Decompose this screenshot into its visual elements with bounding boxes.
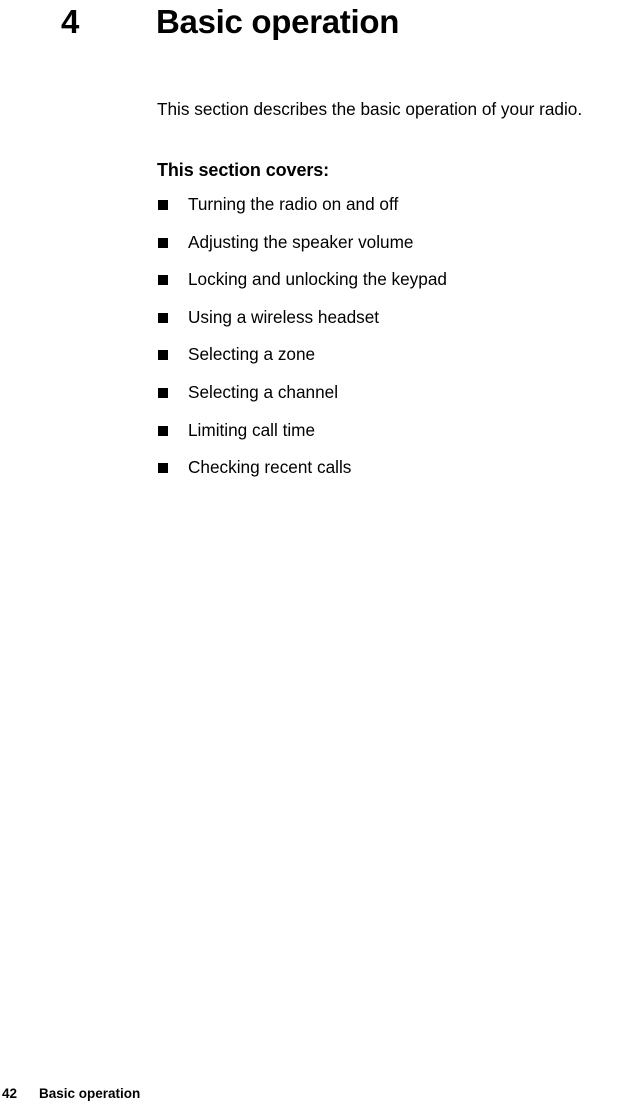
footer-section-name: Basic operation <box>39 1086 141 1101</box>
intro-paragraph: This section describes the basic operati… <box>157 99 583 120</box>
filled-square-bullet-icon <box>158 200 168 210</box>
list-item: Limiting call time <box>157 418 607 456</box>
list-item-label: Adjusting the speaker volume <box>188 231 414 252</box>
section-covers-list: Turning the radio on and off Adjusting t… <box>157 192 607 493</box>
list-item: Selecting a zone <box>157 342 607 380</box>
list-item-label: Selecting a zone <box>188 344 316 365</box>
list-item-label: Selecting a channel <box>188 381 339 402</box>
filled-square-bullet-icon <box>158 275 168 286</box>
list-item-label: Using a wireless headset <box>188 306 380 327</box>
filled-square-bullet-icon <box>158 387 168 398</box>
page-footer: 42 Basic operation <box>0 1085 617 1103</box>
footer-page-number: 42 <box>2 1086 18 1101</box>
section-covers-heading: This section covers: <box>157 160 330 180</box>
chapter-title-line: 4 Basic operation <box>0 0 617 46</box>
document-page: 4 Basic operation This section describes… <box>0 0 617 1115</box>
filled-square-bullet-icon <box>158 350 168 361</box>
list-item: Locking and unlocking the keypad <box>157 267 607 305</box>
list-item-label: Checking recent calls <box>188 457 352 478</box>
list-item: Turning the radio on and off <box>157 192 607 230</box>
filled-square-bullet-icon <box>158 312 168 323</box>
list-item: Using a wireless headset <box>157 305 607 343</box>
filled-square-bullet-icon <box>158 425 168 436</box>
list-item-label: Turning the radio on and off <box>188 194 399 214</box>
list-item-label: Limiting call time <box>188 419 316 440</box>
filled-square-bullet-icon <box>158 463 168 474</box>
list-item: Selecting a channel <box>157 380 607 418</box>
list-item-label: Locking and unlocking the keypad <box>188 269 447 290</box>
list-item: Adjusting the speaker volume <box>157 230 607 268</box>
filled-square-bullet-icon <box>158 237 168 248</box>
page-title: Basic operation <box>156 3 400 40</box>
list-item: Checking recent calls <box>157 455 607 493</box>
chapter-number: 4 <box>61 3 80 40</box>
